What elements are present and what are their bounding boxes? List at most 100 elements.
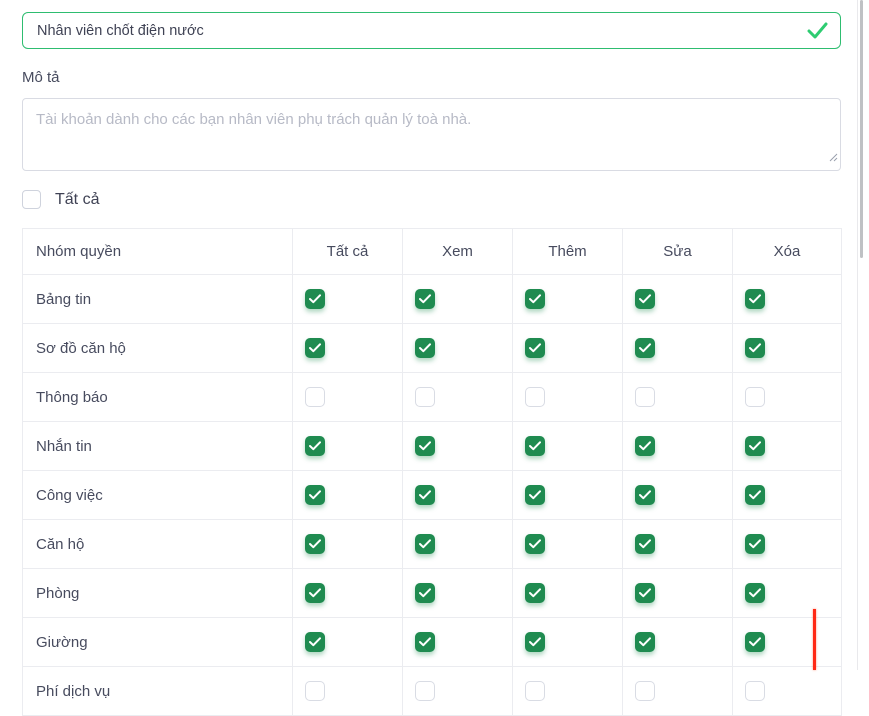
row-label: Phòng [23,569,293,618]
checkmark-icon [639,490,651,500]
permission-cell [623,422,733,471]
permissions-body: Bảng tinSơ đồ căn hộThông báoNhắn tinCôn… [23,275,842,716]
permission-checkbox[interactable] [525,681,545,701]
checkmark-icon [639,441,651,451]
permission-checkbox[interactable] [635,485,655,505]
permission-checkbox[interactable] [415,338,435,358]
permission-checkbox[interactable] [635,534,655,554]
permission-checkbox[interactable] [415,289,435,309]
checkmark-icon [529,294,541,304]
permission-cell [623,569,733,618]
permission-checkbox[interactable] [415,681,435,701]
permission-checkbox[interactable] [635,436,655,456]
checkmark-icon [529,588,541,598]
permission-cell [623,471,733,520]
permission-checkbox[interactable] [745,681,765,701]
permission-cell [403,422,513,471]
table-row: Phòng [23,569,842,618]
permission-checkbox[interactable] [415,436,435,456]
checkmark-icon [529,637,541,647]
row-label: Giường [23,618,293,667]
permission-checkbox[interactable] [305,534,325,554]
permission-cell [293,324,403,373]
checkmark-icon [309,490,321,500]
description-textarea[interactable] [22,98,841,171]
permission-checkbox[interactable] [525,338,545,358]
permission-checkbox[interactable] [415,632,435,652]
permission-cell [403,471,513,520]
permission-checkbox[interactable] [525,485,545,505]
permission-checkbox[interactable] [305,485,325,505]
permission-checkbox[interactable] [305,338,325,358]
permission-checkbox[interactable] [415,387,435,407]
permission-checkbox[interactable] [305,436,325,456]
permission-checkbox[interactable] [745,289,765,309]
checkmark-icon [419,588,431,598]
scrollbar-thumb[interactable] [860,0,863,258]
permission-checkbox[interactable] [305,632,325,652]
table-row: Công việc [23,471,842,520]
permission-cell [733,422,842,471]
permission-checkbox[interactable] [415,583,435,603]
checkmark-icon [749,637,761,647]
permission-checkbox[interactable] [635,338,655,358]
permission-cell [733,471,842,520]
permission-checkbox[interactable] [305,583,325,603]
permission-cell [513,471,623,520]
permission-cell [733,667,842,716]
permission-checkbox[interactable] [305,387,325,407]
permission-cell [623,275,733,324]
permission-checkbox[interactable] [745,583,765,603]
checkmark-icon [419,441,431,451]
permission-cell [293,520,403,569]
permission-checkbox[interactable] [305,289,325,309]
permission-checkbox[interactable] [415,534,435,554]
permission-cell [513,569,623,618]
permission-checkbox[interactable] [745,387,765,407]
permission-checkbox[interactable] [745,485,765,505]
role-name-input[interactable] [23,13,807,48]
permission-cell [623,324,733,373]
permission-checkbox[interactable] [525,436,545,456]
permission-checkbox[interactable] [745,436,765,456]
permission-checkbox[interactable] [745,534,765,554]
description-label: Mô tả [22,69,60,86]
checkmark-icon [749,441,761,451]
checkmark-icon [749,343,761,353]
permission-checkbox[interactable] [525,534,545,554]
permission-cell [513,275,623,324]
row-label: Công việc [23,471,293,520]
permission-cell [513,667,623,716]
permission-cell [513,618,623,667]
permission-checkbox[interactable] [635,632,655,652]
column-header-2: Xem [403,229,513,275]
permission-cell [733,324,842,373]
table-row: Bảng tin [23,275,842,324]
checkmark-icon [419,343,431,353]
permission-cell [513,422,623,471]
select-all-checkbox[interactable] [22,190,41,209]
permission-checkbox[interactable] [415,485,435,505]
permission-cell [733,373,842,422]
permission-checkbox[interactable] [525,387,545,407]
checkmark-icon [749,539,761,549]
permission-checkbox[interactable] [635,583,655,603]
permission-checkbox[interactable] [305,681,325,701]
permission-cell [403,373,513,422]
permission-checkbox[interactable] [525,583,545,603]
checkmark-icon [309,441,321,451]
permission-cell [733,569,842,618]
permission-checkbox[interactable] [525,289,545,309]
checkmark-icon [419,539,431,549]
permission-checkbox[interactable] [635,387,655,407]
red-annotation-line [813,609,816,670]
permission-checkbox[interactable] [745,338,765,358]
table-row: Sơ đồ căn hộ [23,324,842,373]
permission-checkbox[interactable] [525,632,545,652]
permission-checkbox[interactable] [635,681,655,701]
permission-checkbox[interactable] [635,289,655,309]
permission-checkbox[interactable] [745,632,765,652]
permission-cell [513,520,623,569]
scrollbar-track [857,0,858,670]
table-row: Giường [23,618,842,667]
